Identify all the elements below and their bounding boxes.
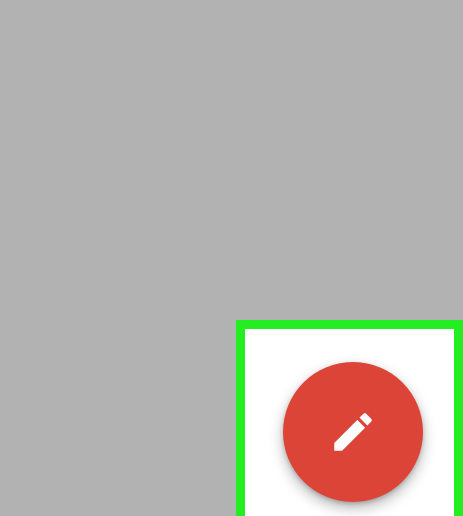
compose-fab-button[interactable] (283, 362, 423, 502)
pencil-icon (334, 413, 372, 451)
